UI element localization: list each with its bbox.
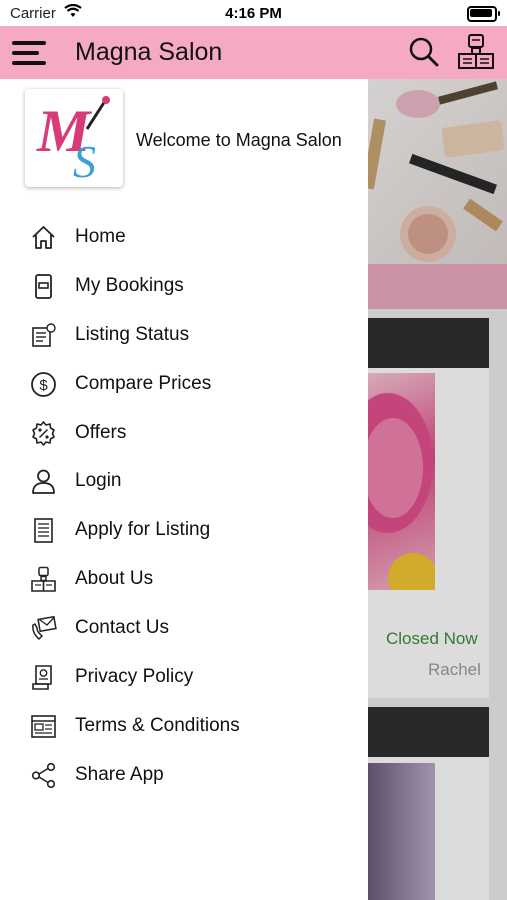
background-content: Closed Now Rachel <box>368 79 507 900</box>
menu-item-listing-status[interactable]: Listing Status <box>0 311 368 360</box>
share-icon <box>30 762 57 789</box>
menu-item-label: About Us <box>75 568 154 590</box>
menu-item-label: Share App <box>75 763 164 785</box>
menu-item-terms-conditions[interactable]: Terms & Conditions <box>0 702 368 751</box>
navigation-drawer: M S Welcome to Magna Salon Home My Booki… <box>0 79 368 900</box>
menu-item-label: Terms & Conditions <box>75 714 240 736</box>
menu-item-apply-for-listing[interactable]: Apply for Listing <box>0 506 368 555</box>
status-time: 4:16 PM <box>225 5 282 22</box>
about-icon <box>30 566 57 593</box>
search-icon[interactable] <box>406 34 442 70</box>
menu-item-label: Apply for Listing <box>75 519 211 541</box>
drawer-menu: Home My Bookings Listing Status $ Compar… <box>0 213 368 800</box>
svg-text:S: S <box>73 136 96 187</box>
envelope-phone-icon <box>30 615 57 642</box>
menu-item-privacy-policy[interactable]: Privacy Policy <box>0 653 368 702</box>
menu-item-label: Offers <box>75 421 127 443</box>
menu-item-label: My Bookings <box>75 274 184 296</box>
menu-item-contact-us[interactable]: Contact Us <box>0 604 368 653</box>
dollar-circle-icon: $ <box>30 371 57 398</box>
home-icon <box>30 224 57 251</box>
listing-status-icon <box>30 322 57 349</box>
menu-item-my-bookings[interactable]: My Bookings <box>0 262 368 311</box>
drawer-overlay[interactable] <box>368 79 507 900</box>
menu-item-label: Compare Prices <box>75 372 212 394</box>
status-bar: Carrier 4:16 PM <box>0 0 507 26</box>
app-bar: Magna Salon <box>0 26 507 79</box>
user-icon <box>30 468 57 495</box>
percent-badge-icon <box>30 420 57 447</box>
bookings-icon <box>30 273 57 300</box>
menu-item-offers[interactable]: Offers <box>0 409 368 458</box>
salon-logo: M S <box>25 89 123 187</box>
menu-item-label: Home <box>75 226 126 247</box>
menu-item-label: Privacy Policy <box>75 666 194 688</box>
menu-item-login[interactable]: Login <box>0 457 368 506</box>
terms-icon <box>30 713 57 740</box>
menu-item-label: Login <box>75 470 122 492</box>
battery-icon <box>467 6 500 22</box>
welcome-text: Welcome to Magna Salon <box>136 130 342 150</box>
menu-item-about-us[interactable]: About Us <box>0 555 368 604</box>
document-icon <box>30 517 57 544</box>
menu-item-home[interactable]: Home <box>0 213 368 262</box>
svg-text:$: $ <box>39 377 48 394</box>
privacy-document-icon <box>30 664 57 691</box>
menu-icon[interactable] <box>12 38 50 68</box>
about-icon[interactable] <box>455 32 497 72</box>
app-title: Magna Salon <box>75 38 223 66</box>
menu-item-compare-prices[interactable]: $ Compare Prices <box>0 360 368 409</box>
menu-item-label: Contact Us <box>75 617 169 639</box>
menu-item-share-app[interactable]: Share App <box>0 751 368 800</box>
menu-item-label: Listing Status <box>75 323 190 345</box>
